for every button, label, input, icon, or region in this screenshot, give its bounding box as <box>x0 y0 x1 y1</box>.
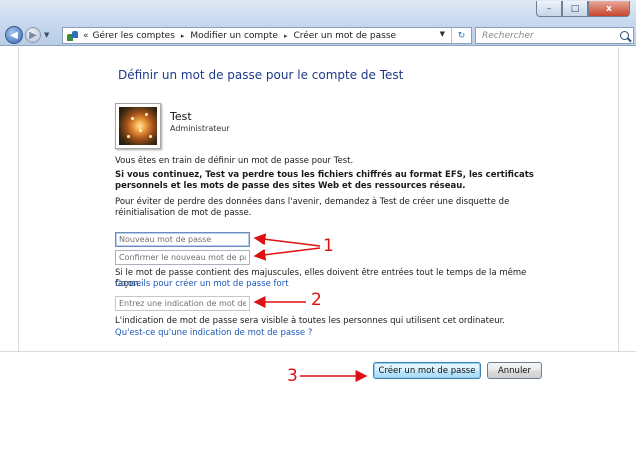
page-title: Définir un mot de passe pour le compte d… <box>118 68 404 82</box>
advice-text: Pour éviter de perdre des données dans l… <box>115 197 510 218</box>
window-controls: – □ x <box>536 1 630 17</box>
content-pane <box>0 47 636 466</box>
search-box[interactable] <box>475 27 634 44</box>
warning-text: Si vous continuez, Test va perdre tous l… <box>115 170 534 191</box>
divider <box>0 351 636 352</box>
annotation-3: 3 <box>287 366 298 386</box>
annotation-1: 1 <box>323 236 334 256</box>
hint-note: L'indication de mot de passe sera visibl… <box>115 316 505 326</box>
password-hint-field[interactable] <box>115 296 250 311</box>
address-bar[interactable]: « Gérer les comptes ▸ Modifier un compte… <box>62 27 472 44</box>
breadcrumb-modify-account[interactable]: Modifier un compte <box>190 31 278 41</box>
divider <box>18 47 19 351</box>
breadcrumb-separator-icon[interactable]: ▸ <box>181 32 185 40</box>
navigation-buttons: ◀ ▶ ▼ <box>5 26 49 44</box>
search-input[interactable] <box>482 30 612 41</box>
account-picture <box>119 107 157 145</box>
annotation-2: 2 <box>311 290 322 310</box>
user-accounts-icon <box>67 30 79 41</box>
close-button[interactable]: x <box>588 1 630 17</box>
minimize-button[interactable]: – <box>536 1 562 17</box>
account-name: Test <box>170 110 192 123</box>
breadcrumb-separator-icon[interactable]: ▸ <box>284 32 288 40</box>
refresh-button[interactable]: ↻ <box>451 28 471 43</box>
avatar <box>115 103 161 149</box>
forward-arrow-icon[interactable]: ▶ <box>25 27 41 43</box>
window-title-bar: – □ x ◀ ▶ ▼ « Gérer les comptes ▸ Modifi… <box>0 0 636 46</box>
cancel-button[interactable]: Annuler <box>487 362 542 379</box>
intro-text: Vous êtes en train de définir un mot de … <box>115 156 354 166</box>
back-arrow-icon[interactable]: ◀ <box>5 26 23 44</box>
confirm-password-field[interactable] <box>115 250 250 265</box>
address-dropdown-icon[interactable]: ▼ <box>440 30 445 38</box>
chevron-down-icon[interactable]: ▼ <box>44 31 49 39</box>
hint-help-link[interactable]: Qu'est-ce qu'une indication de mot de pa… <box>115 328 312 338</box>
breadcrumb-create-password[interactable]: Créer un mot de passe <box>293 31 396 41</box>
create-password-button[interactable]: Créer un mot de passe <box>373 362 481 379</box>
account-role: Administrateur <box>170 124 230 133</box>
search-icon[interactable] <box>620 31 629 40</box>
strong-password-link[interactable]: Conseils pour créer un mot de passe fort <box>115 279 289 289</box>
divider <box>618 47 619 351</box>
chevrons-icon[interactable]: « <box>83 31 89 41</box>
maximize-button[interactable]: □ <box>562 1 588 17</box>
new-password-field[interactable] <box>115 232 250 247</box>
breadcrumb-manage-accounts[interactable]: Gérer les comptes <box>93 31 175 41</box>
